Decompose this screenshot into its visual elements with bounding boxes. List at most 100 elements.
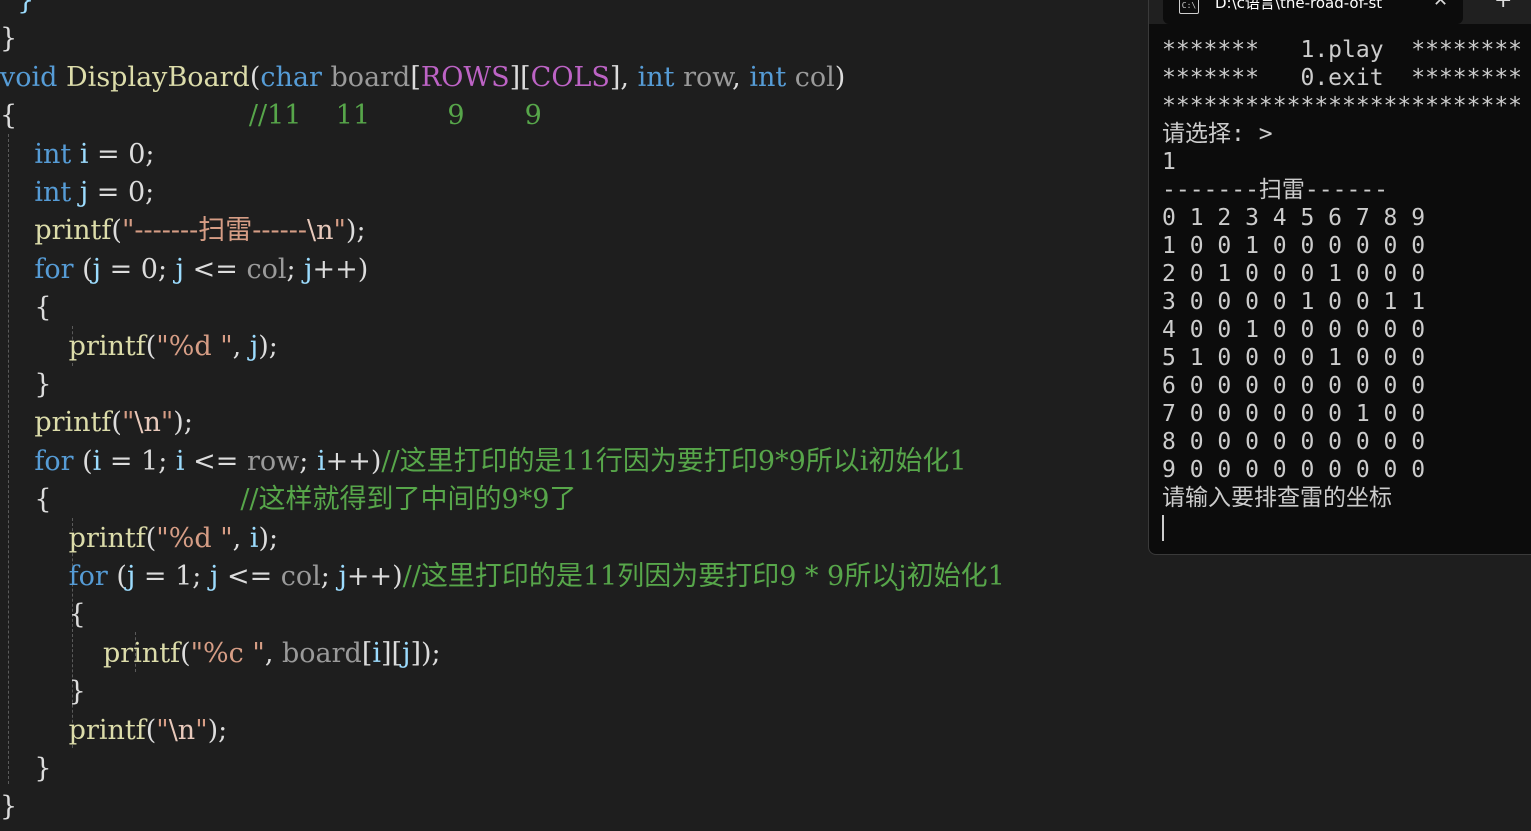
close-icon[interactable]: ✕ [1433,0,1448,11]
code-token: , [732,61,750,93]
code-token: int [749,61,787,93]
terminal-line: 9 0 0 0 0 0 0 0 0 0 [1162,457,1426,483]
code-line: { [0,289,52,327]
code-token: ( [111,215,122,247]
code-line: int i = 0; [0,136,155,174]
code-line: { //这样就得到了中间的9*9了 [0,481,576,519]
terminal-line: 0 1 2 3 4 5 6 7 8 9 [1162,205,1426,231]
terminal-line: 2 0 1 0 0 0 1 0 0 0 [1162,261,1426,287]
code-line: int j = 0; [0,174,154,212]
terminal-line: 7 0 0 0 0 0 0 1 0 0 [1162,401,1426,427]
new-tab-button[interactable]: + [1494,0,1512,13]
code-token: j [338,561,347,592]
code-token: = 0; [88,177,155,208]
terminal-tab-bar: C:\ D:\c语言\the-road-of-st ✕ + [1149,0,1531,24]
code-token: for [34,253,74,285]
code-line: printf("%d ", j); [0,328,278,366]
terminal-tab[interactable]: C:\ D:\c语言\the-road-of-st ✕ [1163,0,1463,24]
code-token: printf [103,637,181,669]
code-line: for (j = 1; j <= col; j++)//这里打印的是11列因为要… [0,558,1005,596]
code-token: { [0,100,18,132]
code-token: ( [180,637,191,669]
code-token: ( [107,561,127,592]
code-token: ( [145,522,157,554]
code-token: [ [410,61,421,93]
code-line: } [0,0,34,20]
code-token: printf [34,215,112,247]
code-token: board [281,637,362,669]
code-token: ); [207,714,228,746]
code-token: ); [173,407,193,439]
terminal-line: ******* 1.play ******** [1162,37,1523,63]
code-token: ROWS [420,61,510,93]
terminal-window[interactable]: C:\ D:\c语言\the-road-of-st ✕ + ******* 1.… [1148,0,1531,555]
terminal-line: ******* 0.exit ******** [1162,65,1523,91]
code-token: ) [834,61,846,93]
code-token: ( [73,253,93,285]
code-token: COLS [530,61,610,93]
code-line: for (j = 0; j <= col; j++) [0,251,368,289]
code-token: i [175,445,185,477]
terminal-line: 请输入要排查雷的坐标 [1162,485,1392,511]
code-token: board [330,61,411,93]
code-token: } [0,676,86,708]
terminal-line: -------扫雷------ [1162,177,1389,203]
code-line: } [0,750,52,788]
code-token: } [0,791,18,823]
terminal-line: 8 0 0 0 0 0 0 0 0 0 [1162,429,1426,455]
terminal-cursor [1162,515,1164,541]
code-token: i [316,445,326,477]
code-token: row [683,61,733,93]
code-token: } [0,753,52,784]
code-line: printf("%c ", board[i][j]); [0,635,441,673]
terminal-line: 请选择: > [1162,121,1273,147]
code-token: = 1; [135,561,210,592]
code-token: { [0,292,52,324]
code-token: for [34,445,74,477]
code-token: char [260,61,322,93]
code-token: ); [345,215,366,247]
code-token: ( [111,407,122,439]
code-token: ][ [509,61,531,93]
terminal-line: 6 0 0 0 0 0 0 0 0 0 [1162,373,1426,399]
terminal-line: 1 0 0 1 0 0 0 0 0 0 [1162,233,1426,259]
code-token: j [249,330,259,362]
code-token: col [794,61,835,93]
code-token: DisplayBoard [66,61,250,93]
code-token: "%d " [156,330,233,362]
code-token: , [232,330,250,362]
code-token: ++) [346,561,403,592]
code-token: ++) [325,445,382,477]
code-token: int [34,177,72,208]
code-token: "%c " [190,637,265,669]
code-token: ++) [312,253,369,285]
terminal-output: ******* 1.play ******** ******* 0.exit **… [1162,36,1531,512]
code-token: " [160,407,174,439]
code-token: "-------扫雷------ [121,215,307,247]
code-token: ( [249,61,261,93]
code-line: printf("\n"); [0,712,228,750]
code-token: } [0,369,52,400]
code-line: } [0,20,17,58]
code-token: = 0; [88,138,155,170]
terminal-line: 5 1 0 0 0 0 1 0 0 0 [1162,345,1426,371]
code-token: "%d " [156,522,233,554]
code-token: , [264,637,282,669]
code-token: col [246,253,287,285]
code-token: for [68,561,108,592]
code-line: void DisplayBoard(char board[ROWS][COLS]… [0,59,845,97]
code-token: int [637,61,675,93]
